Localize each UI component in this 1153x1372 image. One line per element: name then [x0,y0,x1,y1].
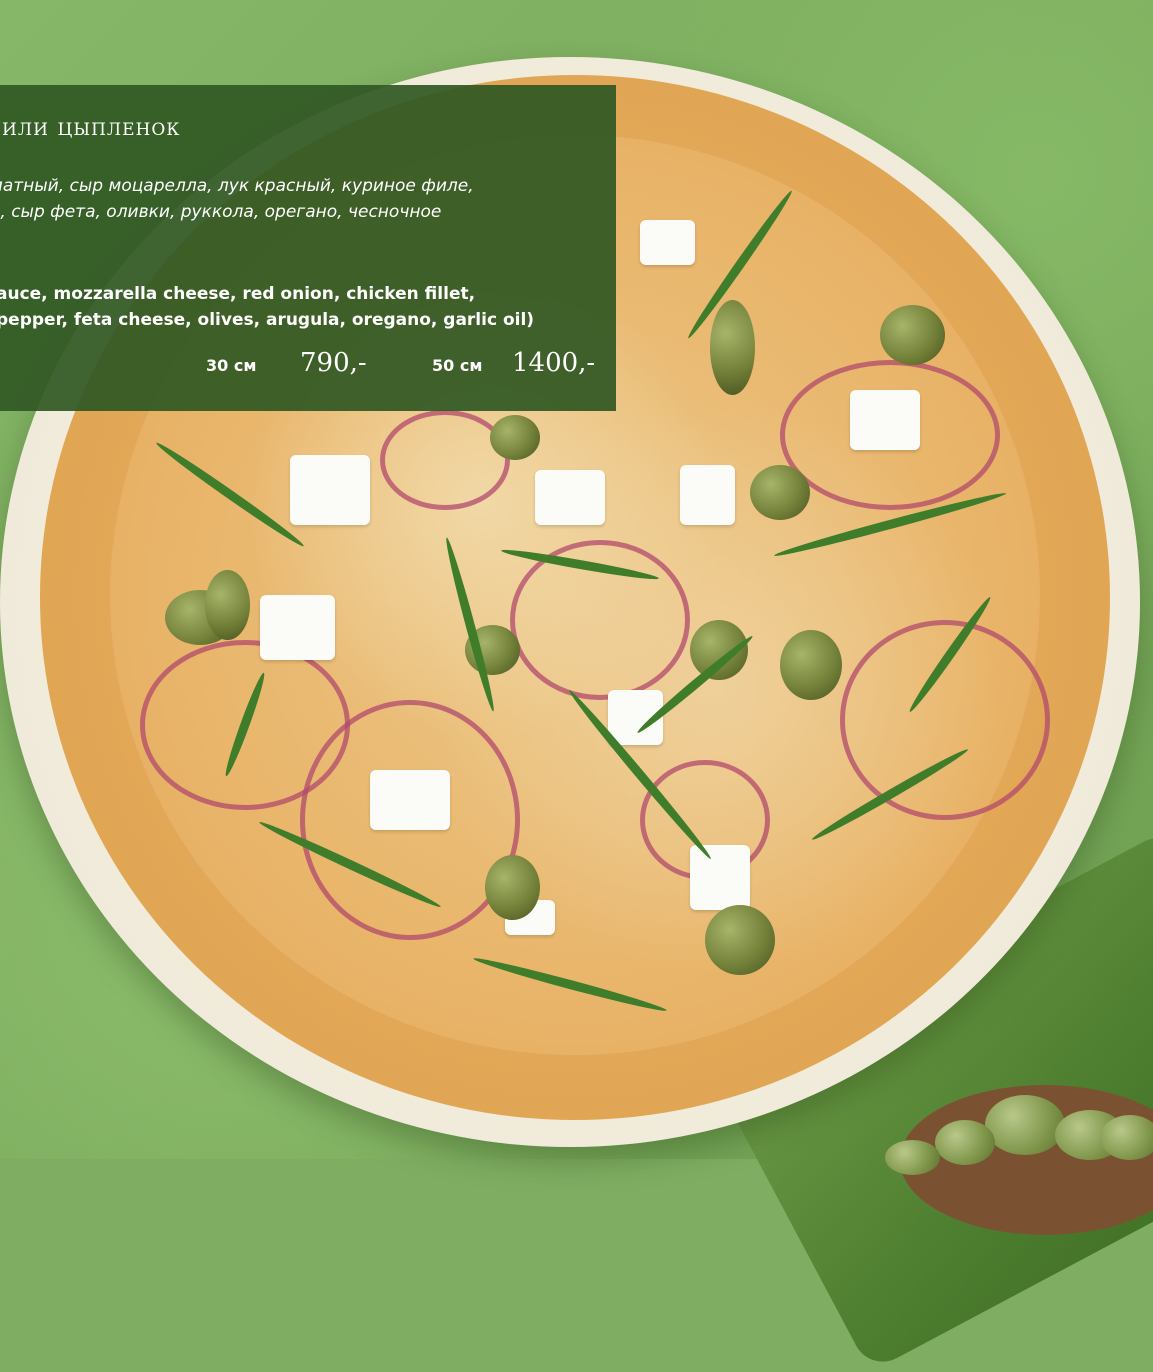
feta-piece [640,220,695,265]
feta-piece [680,465,735,525]
feta-piece [850,390,920,450]
onion-ring [840,620,1050,820]
feta-piece [290,455,370,525]
feta-piece [370,770,450,830]
olive [485,855,540,920]
price-small: 790,- [300,348,367,378]
size-label-large: 50 см [432,356,483,375]
olive [490,415,540,460]
olive [750,465,810,520]
olive [780,630,842,700]
price-large: 1400,- [512,348,596,378]
olive [1100,1115,1153,1160]
description-en-line: auce, mozzarella cheese, red onion, chic… [0,284,476,304]
description-ru-line: о, сыр фета, оливки, руккола, орегано, ч… [0,202,442,222]
olive [935,1120,995,1165]
size-label-small: 30 см [206,356,257,375]
olive [885,1140,940,1175]
menu-item-title: а Чили цыпленок [0,113,181,141]
olive [880,305,945,365]
olive [705,905,775,975]
olive [205,570,250,640]
description-english: auce, mozzarella cheese, red onion, chic… [0,281,606,333]
menu-item-panel: а Чили цыпленок матный, сыр моцарелла, л… [0,85,616,411]
feta-piece [535,470,605,525]
description-ru-line: матный, сыр моцарелла, лук красный, кури… [0,176,474,196]
description-en-line: pepper, feta cheese, olives, arugula, or… [0,310,535,330]
onion-ring [380,410,510,510]
description-russian: матный, сыр моцарелла, лук красный, кури… [0,173,600,225]
olive [985,1095,1065,1155]
olive [710,300,755,395]
feta-piece [260,595,335,660]
feta-piece [690,845,750,910]
